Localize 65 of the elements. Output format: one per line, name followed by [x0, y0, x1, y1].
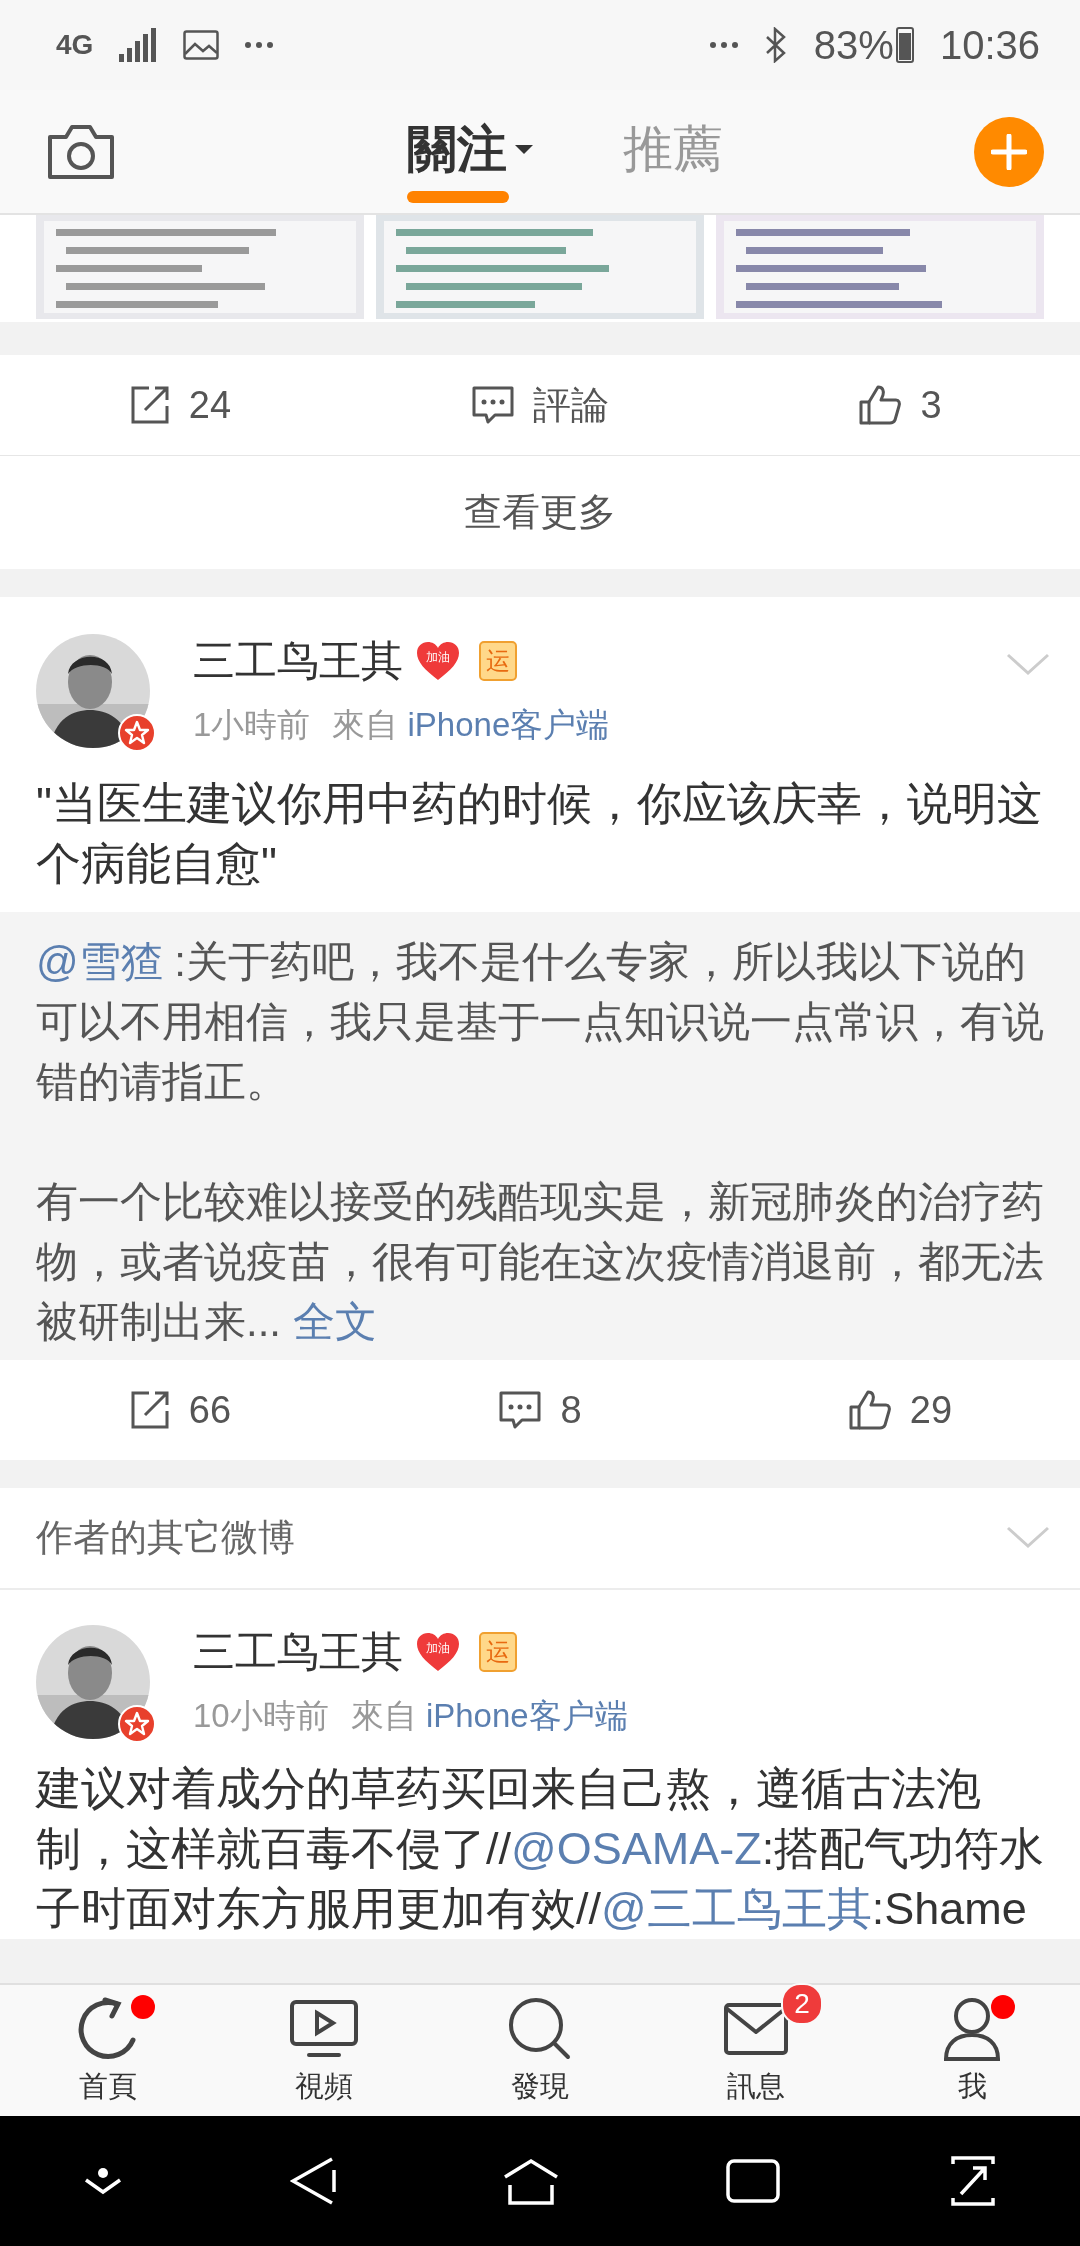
clock: 10:36	[939, 22, 1040, 68]
search-icon	[508, 1996, 572, 2061]
author-name[interactable]: 三工鸟王其	[193, 1624, 403, 1680]
chevron-down-icon	[1006, 1526, 1050, 1550]
source-label: 來自	[350, 1697, 417, 1734]
mention-link[interactable]: @雪猹	[36, 938, 163, 985]
plus-icon	[991, 133, 1027, 170]
full-text-link[interactable]: 全文	[292, 1298, 377, 1345]
mention-link[interactable]: @三工鸟王其	[601, 1883, 872, 1934]
camera-icon[interactable]	[46, 122, 116, 181]
action-label: 8	[560, 1388, 582, 1432]
comment-action[interactable]: 評論	[360, 355, 720, 455]
recents-icon[interactable]	[726, 2159, 781, 2203]
unread-count: 2	[781, 1982, 823, 2025]
repost-action[interactable]: 66	[0, 1360, 360, 1460]
battery-icon	[895, 27, 914, 63]
thumbs-up-icon	[847, 1389, 892, 1431]
tab-bar-item[interactable]: 視頻	[216, 1985, 432, 2116]
like-action[interactable]: 29	[720, 1360, 1080, 1460]
signal-icon	[119, 28, 158, 62]
action-label: 3	[920, 383, 942, 427]
repost-text: @雪猹 :关于药吧，我不是什么专家，所以我以下说的可以不用相信，我只是基于一点知识说一点常识，有说错的请指正。	[36, 937, 1045, 1107]
member-badge: 运	[479, 1632, 517, 1672]
comment-action[interactable]: 8	[360, 1360, 720, 1460]
repost-text: 有一个比较难以接受的残酷现实是，新冠肺炎的治疗药物，或者说疫苗，很有可能在这次疫情消退前，都无法被研制出来... 全文	[36, 1177, 1045, 1347]
cheer-badge: 加油	[415, 640, 461, 682]
action-label: 66	[188, 1388, 232, 1432]
more-icon	[709, 42, 738, 48]
tab-bar-item[interactable]: 首頁	[0, 1985, 216, 2116]
mention-link[interactable]: @OSAMA-Z	[511, 1823, 762, 1874]
comment-icon	[498, 1390, 543, 1430]
video-icon	[289, 1998, 359, 2059]
post-time: 1小時前	[193, 705, 311, 745]
like-action[interactable]: 3	[720, 355, 1080, 455]
see-more-link[interactable]: 查看更多	[464, 487, 616, 538]
image-icon	[183, 30, 220, 60]
tab-bar-item[interactable]: 2 訊息	[648, 1985, 864, 2116]
feed-tab[interactable]: 關注	[407, 102, 533, 201]
post-text: "当医生建议你用中药的时候，你应该庆幸，说明这个病能自愈"	[35, 777, 1043, 891]
mail-icon	[723, 2001, 789, 2056]
member-badge: 运	[479, 641, 517, 681]
home-icon[interactable]	[501, 2157, 560, 2205]
comment-icon	[471, 385, 515, 425]
author-posts-header[interactable]: 作者的其它微博	[0, 1488, 1080, 1590]
repost-action[interactable]: 24	[0, 355, 360, 455]
battery-percent: 83%	[813, 22, 894, 68]
author-name[interactable]: 三工鸟王其	[193, 633, 403, 689]
person-icon	[943, 1996, 1001, 2061]
tab-bar-item[interactable]: 發現	[432, 1985, 648, 2116]
post-time: 10小時前	[193, 1696, 329, 1736]
section-title: 作者的其它微博	[36, 1516, 295, 1560]
tab-bar-item[interactable]: 我	[864, 1985, 1080, 2116]
source-link[interactable]: iPhone客户端	[407, 706, 610, 743]
source-link[interactable]: iPhone客户端	[425, 1697, 628, 1734]
more-icon	[245, 42, 274, 48]
action-label: 24	[188, 383, 232, 427]
network-type: 4G	[56, 29, 94, 61]
back-icon[interactable]	[289, 2156, 336, 2206]
source-label: 來自	[332, 706, 399, 743]
post-text: 建议对着成分的草药买回来自己熬，遵循古法泡制，这样就百毒不侵了//@OSAMA-Z:搭配气功符水子时面对东方服用更加有效//@三工鸟王其:Shame	[34, 1762, 1046, 1936]
action-label: 評論	[533, 382, 609, 428]
thumbs-up-icon	[858, 384, 903, 426]
cheer-badge: 加油	[415, 1631, 461, 1673]
chevron-down-icon[interactable]	[83, 2166, 124, 2196]
action-label: 29	[909, 1388, 953, 1432]
